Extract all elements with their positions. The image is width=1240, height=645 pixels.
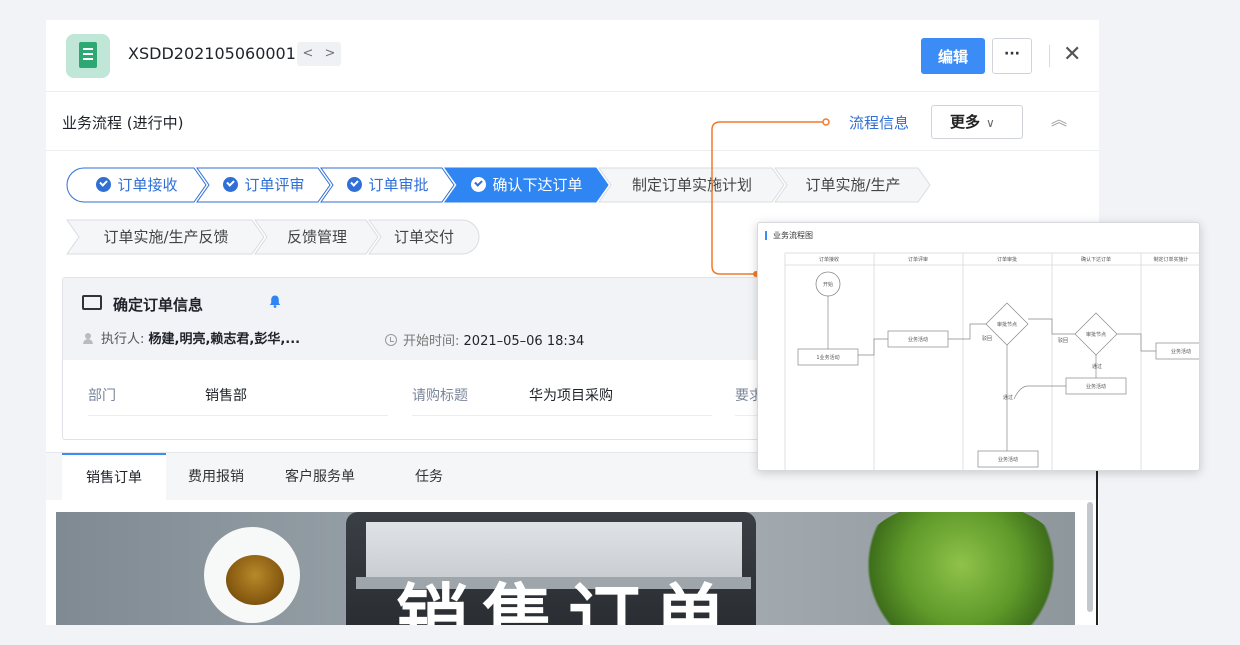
reject-edge-label: 驳回	[982, 335, 992, 342]
decision-node-label: 审批节点	[997, 321, 1017, 328]
lane-label: 订单评审	[908, 256, 928, 263]
activity-node-label: 业务活动	[908, 336, 928, 343]
activity-node-label: 1业务活动	[816, 354, 839, 361]
pass-edge-label: 通过	[1003, 394, 1013, 401]
activity-node-label: 业务活动	[1086, 383, 1106, 390]
pass-edge-label: 通过	[1092, 363, 1102, 370]
flowchart-popup: 业务流程图 订单接收 订单评审 订单审批 确认下达订单 制定订单实施计 开始 1…	[757, 222, 1200, 471]
activity-node-label: 业务活动	[1171, 348, 1191, 355]
lane-label: 订单审批	[997, 256, 1017, 263]
reject-edge-label: 驳回	[1058, 337, 1068, 344]
decision-node-label: 审批节点	[1086, 331, 1106, 338]
flowchart-diagram: 订单接收 订单评审 订单审批 确认下达订单 制定订单实施计 开始 1业务活动 业…	[784, 252, 1199, 470]
activity-node-label: 业务活动	[998, 456, 1018, 463]
lane-label: 订单接收	[819, 256, 839, 263]
start-node-label: 开始	[823, 281, 833, 288]
lane-label: 确认下达订单	[1081, 256, 1111, 263]
lane-label: 制定订单实施计	[1153, 256, 1188, 263]
